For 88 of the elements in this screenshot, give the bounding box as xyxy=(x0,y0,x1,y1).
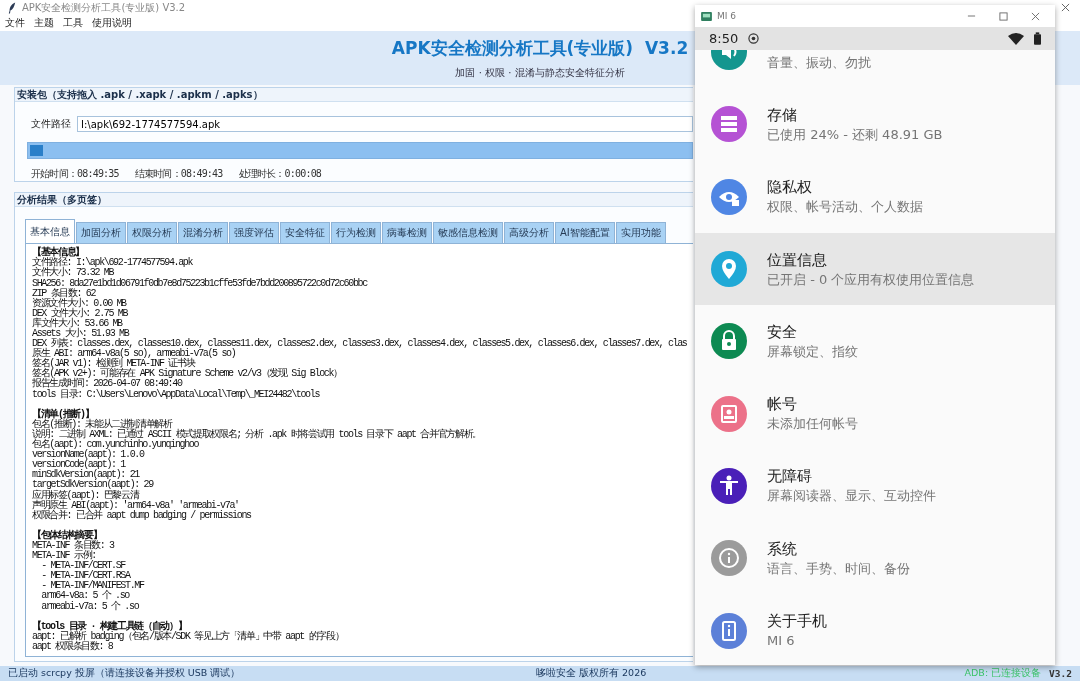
record-icon xyxy=(748,33,760,44)
tab[interactable]: 病毒检测 xyxy=(382,222,432,244)
report-line: 应用标签(aapt): 巴黎云清 xyxy=(32,490,139,501)
app-icon xyxy=(701,11,712,21)
report-line: 声明原生 ABI(aapt): 'arm64-v8a' 'armeabi-v7a' xyxy=(32,500,239,511)
report-line: 权限合并: 已合并 aapt dump badging / permissions xyxy=(32,510,251,521)
report-line: Assets 大小: 51.93 MB xyxy=(32,329,129,339)
tab[interactable]: 行为检测 xyxy=(331,222,381,244)
report-line: aapt 权限条目数: 8 xyxy=(32,641,113,652)
report-line: 说明: 二进制 AXML: 已通过 ASCII 模式提取权限名; 分析 .apk 时将尝试用 tools 目录下 aapt 合并官方解析。 xyxy=(32,429,481,440)
tab[interactable]: 权限分析 xyxy=(127,222,177,244)
tab[interactable]: AI智能配置 xyxy=(555,222,615,244)
report-line: tools 目录: C:\Users\Lenovo\AppData\Local\Temp\_MEI24482\tools xyxy=(32,389,320,400)
clock: 8:50 xyxy=(709,31,739,46)
tab[interactable]: 实用功能 xyxy=(615,222,666,244)
settings-item[interactable]: 帐号 未添加任何帐号 xyxy=(695,377,1055,450)
close-icon[interactable] xyxy=(1031,11,1040,21)
report-line: META-INF 条目数: 3 xyxy=(32,540,114,551)
section-heading: 【包体结构摘要】 xyxy=(32,530,102,541)
report-line: 包名(推断): 未能从二进制清单解析 xyxy=(32,419,172,430)
wifi-icon xyxy=(1008,32,1024,45)
item-subtitle: 已使用 24% - 还剩 48.91 GB xyxy=(767,126,943,143)
report-line: 库文件大小: 53.66 MB xyxy=(32,318,122,329)
close-icon[interactable] xyxy=(1061,3,1070,13)
time-label: 处理时长：0:00:08 xyxy=(238,167,322,182)
section-heading: 【tools 目录 · 构建工具链（自动）】 xyxy=(32,621,187,632)
app-title: APK安全检测分析工具(专业版) V3.2 xyxy=(391,36,689,60)
status-text: 已启动 scrcpy 投屏（请连接设备并授权 USB 调试） xyxy=(8,667,242,680)
item-title: 帐号 xyxy=(767,395,798,414)
item-subtitle: MI 6 xyxy=(767,633,796,649)
report-line: ZIP 条目数: 62 xyxy=(32,288,96,299)
item-subtitle: 已开启 - 0 个应用有权使用位置信息 xyxy=(767,271,975,288)
tab[interactable]: 安全特征 xyxy=(280,222,330,244)
report-line: 资源文件大小: 0.00 MB xyxy=(32,298,126,309)
report-line: armeabi-v7a: 5 个 .so xyxy=(40,601,139,612)
item-title: 关于手机 xyxy=(767,612,827,630)
report-line: DEX 文件大小: 2.75 MB xyxy=(32,308,128,319)
settings-item[interactable]: 无障碍 屏幕阅读器、显示、互动控件 xyxy=(695,449,1055,523)
item-subtitle: 权限、帐号活动、个人数据 xyxy=(767,199,923,216)
time-label: 开始时间：08:49:35 xyxy=(31,167,119,182)
adb-status: ADB: 已连接设备 xyxy=(964,667,1042,680)
tab[interactable]: 强度评估 xyxy=(229,222,279,244)
battery-icon xyxy=(1034,32,1041,45)
report-line: 报告生成时间: 2026-04-07 08:49:40 xyxy=(32,379,182,390)
settings-item[interactable]: 安全 屏幕锁定、指纹 xyxy=(695,305,1055,378)
menu-item[interactable]: 工具 xyxy=(63,16,83,31)
item-title: 安全 xyxy=(767,322,798,341)
tab[interactable]: 基本信息 xyxy=(25,219,75,244)
item-title: 无障碍 xyxy=(767,467,813,486)
menu-item[interactable]: 主题 xyxy=(34,16,54,31)
item-subtitle: 屏幕阅读器、显示、互动控件 xyxy=(767,488,936,505)
feather-icon xyxy=(8,1,16,14)
tab[interactable]: 加固分析 xyxy=(76,222,126,244)
settings-item[interactable]: 位置信息 已开启 - 0 个应用有权使用位置信息 xyxy=(695,232,1055,306)
menu-item[interactable]: 使用说明 xyxy=(92,16,132,31)
section-heading: 【清单(推断)】 xyxy=(32,409,94,420)
report-line: 文件大小: 73.32 MB xyxy=(32,268,114,279)
settings-item[interactable]: 存储 已使用 24% - 还剩 48.91 GB xyxy=(695,88,1055,161)
report-line: aapt: 已解析 badging（包名/版本/SDK 等见上方「清单」中带 aapt 的字段） xyxy=(32,631,344,642)
item-title: 系统 xyxy=(767,539,798,558)
tab[interactable]: 高级分析 xyxy=(504,222,554,244)
item-subtitle: 屏幕锁定、指纹 xyxy=(767,343,858,360)
settings-item[interactable]: 隐私权 权限、帐号活动、个人数据 xyxy=(695,160,1055,233)
settings-item[interactable]: 关于手机 MI 6 xyxy=(695,594,1055,665)
item-subtitle: 语言、手势、时间、备份 xyxy=(767,560,910,577)
time-label: 结束时间：08:49:43 xyxy=(134,167,223,182)
copyright-text: 哆啦安全 版权所有 2026 xyxy=(536,667,647,680)
window-title: MI 6 xyxy=(717,11,736,21)
maximize-icon[interactable] xyxy=(999,11,1008,21)
panel-title: 安装包（支持拖入 .apk / .xapk / .apkm / .apks） xyxy=(15,88,693,103)
report-line: arm64-v8a: 5 个 .so xyxy=(40,591,130,602)
version-label: V3.2 xyxy=(1049,668,1072,679)
settings-item[interactable]: 系统 语言、手势、时间、备份 xyxy=(695,522,1055,595)
item-subtitle: 未添加任何帐号 xyxy=(767,416,858,433)
tab[interactable]: 混淆分析 xyxy=(178,222,228,244)
report-line: SHA256: 8da27e1bd1d06791f0db7e8d75223b1cffe53fde7bdd200895722c0d72c60bbc xyxy=(32,278,367,289)
path-label: 文件路径 xyxy=(31,117,71,132)
app-subtitle: 加固 · 权限 · 混淆与静态安全特征分析 xyxy=(455,65,625,80)
item-title: 隐私权 xyxy=(767,178,813,197)
item-title: 位置信息 xyxy=(767,250,828,269)
settings-item[interactable]: 音量、振动、勿扰 xyxy=(695,50,1055,89)
item-subtitle: 音量、振动、勿扰 xyxy=(767,54,871,71)
path-field[interactable]: I:\apk\692-1774577594.apk xyxy=(77,116,693,133)
panel-title: 分析结果（多页签） xyxy=(15,193,693,208)
menu-item[interactable]: 文件 xyxy=(5,16,25,31)
tab[interactable]: 敏感信息检测 xyxy=(433,222,503,244)
window-title: APK安全检测分析工具(专业版) V3.2 xyxy=(22,0,186,15)
item-title: 存储 xyxy=(767,105,798,124)
